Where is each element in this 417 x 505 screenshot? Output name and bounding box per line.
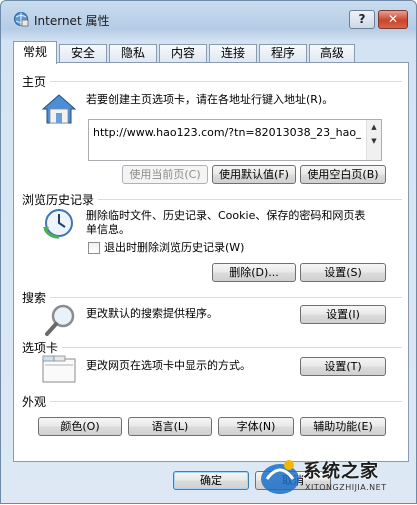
tab-security[interactable]: 安全 (59, 44, 107, 63)
watermark: 系统之家 XITONGZHIJIA.NET (259, 449, 417, 505)
use-default-button[interactable]: 使用默认值(F) (212, 165, 296, 184)
use-blank-button[interactable]: 使用空白页(B) (300, 165, 386, 184)
tabs-settings-button[interactable]: 设置(T) (300, 357, 386, 376)
internet-properties-dialog: Internet 属性 ? ✕ 常规 安全 隐私 内容 连接 程序 高级 主页 … (0, 0, 417, 504)
title-bar: Internet 属性 ? ✕ (1, 1, 416, 35)
home-page-url-field[interactable]: http://www.hao123.com/?tn=82013038_23_ha… (88, 119, 382, 161)
tab-programs[interactable]: 程序 (259, 44, 307, 63)
search-icon (45, 304, 75, 336)
tab-privacy[interactable]: 隐私 (109, 44, 157, 63)
tab-advanced[interactable]: 高级 (309, 44, 355, 63)
search-section-title: 搜索 (22, 291, 47, 305)
search-settings-button[interactable]: 设置(I) (300, 305, 386, 324)
scroll-up-icon[interactable]: ▲ (367, 120, 381, 134)
tabs-separator (62, 347, 402, 348)
history-separator (98, 199, 402, 200)
ok-button[interactable]: 确定 (173, 471, 249, 490)
tabs-description: 更改网页在选项卡中显示的方式。 (86, 359, 251, 372)
tab-general[interactable]: 常规 (13, 41, 57, 64)
help-button[interactable]: ? (349, 10, 375, 29)
languages-button[interactable]: 语言(L) (128, 417, 212, 436)
internet-options-icon (14, 12, 29, 27)
fonts-button[interactable]: 字体(N) (218, 417, 294, 436)
delete-history-button[interactable]: 删除(D)... (212, 263, 296, 282)
history-settings-button[interactable]: 设置(S) (300, 263, 386, 282)
watermark-url: XITONGZHIJIA.NET (305, 483, 387, 492)
home-page-url: http://www.hao123.com/?tn=82013038_23_ha… (93, 126, 361, 139)
scroll-down-icon[interactable]: ▼ (367, 134, 381, 148)
tab-connections[interactable]: 连接 (209, 44, 257, 63)
tab-strip: 常规 安全 隐私 内容 连接 程序 高级 (13, 41, 409, 64)
tabs-section-title: 选项卡 (22, 341, 59, 355)
search-separator (50, 297, 402, 298)
watermark-logo-icon (261, 460, 299, 494)
tabs-icon (42, 355, 76, 383)
home-description: 若要创建主页选项卡，请在各地址行键入地址(R)。 (86, 93, 334, 106)
home-section-title: 主页 (22, 75, 47, 89)
history-section-title: 浏览历史记录 (22, 193, 95, 207)
search-description: 更改默认的搜索提供程序。 (86, 307, 218, 320)
history-description: 删除临时文件、历史记录、Cookie、保存的密码和网页表单信息。 (86, 209, 366, 236)
appearance-section-title: 外观 (22, 395, 47, 409)
colors-button[interactable]: 颜色(O) (38, 417, 122, 436)
delete-on-exit-checkbox[interactable] (88, 242, 100, 254)
window-title: Internet 属性 (34, 14, 110, 28)
home-separator (50, 81, 402, 82)
use-current-button[interactable]: 使用当前页(C) (122, 165, 208, 184)
delete-on-exit-label[interactable]: 退出时删除浏览历史记录(W) (104, 241, 244, 255)
history-icon (43, 209, 73, 239)
home-icon (42, 94, 76, 124)
close-button[interactable]: ✕ (378, 10, 408, 29)
general-tab-panel: 主页 若要创建主页选项卡，请在各地址行键入地址(R)。 http://www.h… (13, 62, 409, 462)
watermark-name: 系统之家 (303, 461, 379, 482)
accessibility-button[interactable]: 辅助功能(E) (300, 417, 386, 436)
url-scrollbar[interactable]: ▲ ▼ (366, 120, 381, 160)
appearance-separator (50, 401, 402, 402)
tab-content[interactable]: 内容 (159, 44, 207, 63)
